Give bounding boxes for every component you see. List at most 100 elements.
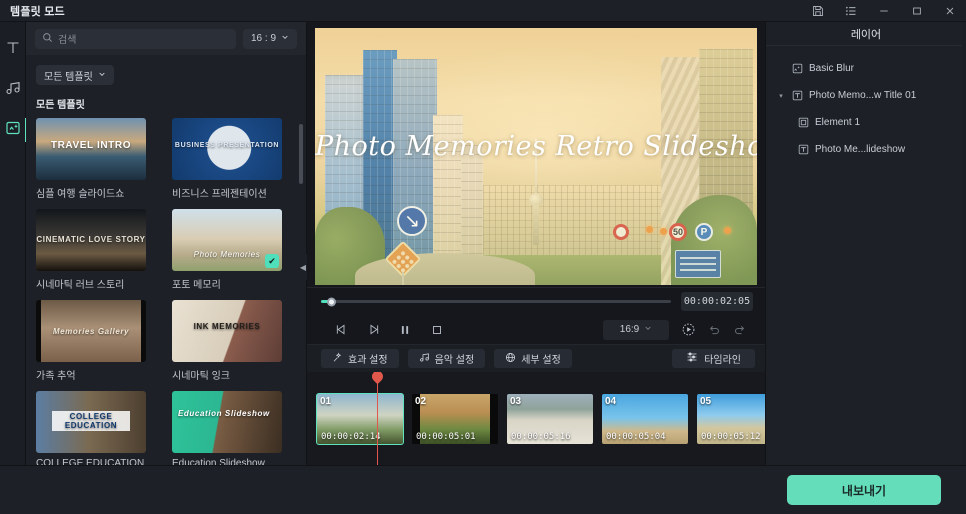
globe-icon	[505, 352, 516, 366]
preview-ratio-select[interactable]: 16:9	[603, 319, 669, 340]
template-overlay-label: CINEMATIC LOVE STORY	[36, 235, 146, 244]
template-name: 포토 메모리	[172, 280, 221, 291]
window-controls	[801, 0, 966, 22]
list-icon[interactable]	[834, 0, 867, 22]
seek-slider[interactable]	[321, 297, 671, 306]
detail-settings-button[interactable]: 세부 설정	[494, 349, 572, 368]
template-name: 가족 추억	[36, 371, 76, 382]
settings-bar: 효과 설정 음악 설정 세부 설정 타임라인	[307, 345, 765, 372]
clip-item[interactable]: 01 00:00:02:14	[316, 392, 404, 445]
music-settings-label: 음악 설정	[434, 355, 475, 366]
music-settings-button[interactable]: 음악 설정	[407, 349, 486, 368]
search-icon	[42, 30, 53, 48]
search-placeholder: 검색	[58, 35, 77, 46]
template-card[interactable]: INK MEMORIES 시네마틱 잉크	[172, 300, 282, 382]
template-scrollbar[interactable]	[299, 124, 303, 184]
effect-settings-button[interactable]: 효과 설정	[321, 349, 399, 368]
close-icon[interactable]	[933, 0, 966, 22]
seek-bar-row: 00:00:02:05	[307, 287, 765, 315]
chevron-down-icon	[98, 70, 106, 81]
template-card[interactable]: BUSINESS PRESENTATION 비즈니스 프레젠테이션	[172, 118, 282, 200]
template-card[interactable]: TRAVEL INTRO 심플 여행 슬라이드쇼	[36, 118, 146, 200]
redo-icon[interactable]	[727, 319, 753, 341]
aspect-ratio-select[interactable]: 16 : 9	[243, 28, 297, 49]
road-sign-parking: P	[695, 223, 713, 241]
rail-item-template[interactable]	[0, 110, 27, 150]
traffic-light-dot	[646, 226, 653, 233]
chevron-down-icon[interactable]: ▾	[776, 92, 786, 100]
step-forward-icon[interactable]	[357, 318, 389, 342]
template-overlay-label: TRAVEL INTRO	[50, 140, 132, 151]
template-overlay-label: Memories Gallery	[52, 327, 130, 336]
layer-item-basic-blur[interactable]: ▸ Basic Blur	[766, 55, 966, 82]
aspect-ratio-label: 16 : 9	[250, 33, 277, 44]
search-input[interactable]: 검색	[35, 28, 236, 49]
storyboard-track[interactable]: 01 00:00:02:14 02 00:00:05:01 03 00:00:0…	[307, 372, 765, 465]
step-backward-icon[interactable]	[325, 318, 357, 342]
road-sign-pole	[402, 272, 404, 285]
timeline-icon	[686, 351, 698, 366]
road-sign-arrow-icon: ↘	[397, 206, 427, 236]
collapse-left-icon[interactable]: ◀	[299, 254, 307, 280]
snapshot-icon[interactable]	[675, 319, 701, 341]
template-grid: TRAVEL INTRO 심플 여행 슬라이드쇼 BUSINESS PRESEN…	[36, 118, 296, 465]
undo-icon[interactable]	[701, 319, 727, 341]
video-preview[interactable]: ↘ 50 P Photo Memories Retro Slideshow	[315, 28, 757, 285]
category-filter-button[interactable]: 모든 템플릿	[36, 65, 114, 85]
magic-wand-icon	[332, 352, 343, 366]
clip-item[interactable]: 03 00:00:05:16	[507, 393, 593, 444]
layer-label: Element 1	[815, 117, 861, 128]
timeline-button[interactable]: 타임라인	[672, 349, 755, 368]
template-thumbnail: Education Slideshow	[172, 391, 282, 453]
clip-item[interactable]: 02 00:00:05:01	[412, 393, 498, 444]
template-card[interactable]: Memories Gallery 가족 추억	[36, 300, 146, 382]
chevron-down-icon	[281, 33, 289, 44]
seek-handle[interactable]	[327, 297, 336, 306]
icon-rail	[0, 22, 27, 465]
center-column: ↘ 50 P Photo Memories Retro Slideshow 00…	[307, 22, 966, 465]
clip-item[interactable]: 05 00:00:05:12	[697, 393, 765, 444]
layers-list: ▸ Basic Blur ▾	[766, 46, 966, 163]
template-card[interactable]: Photo Memories ✔ 포토 메모리	[172, 209, 282, 291]
maximize-icon[interactable]	[900, 0, 933, 22]
template-thumbnail: COLLEGE EDUCATION	[36, 391, 146, 453]
chevron-right-icon: ▸	[776, 65, 786, 73]
main-body: 검색 16 : 9 모든 템플릿 모든 템플릿 TRAVEL INTRO 심플 …	[0, 22, 966, 465]
template-name: 시네마틱 잉크	[172, 371, 230, 382]
template-toolbar: 검색 16 : 9	[26, 22, 306, 55]
current-time-display: 00:00:02:05	[681, 292, 753, 311]
stop-icon[interactable]	[421, 318, 453, 342]
pause-icon[interactable]	[389, 318, 421, 342]
preview-area: ↘ 50 P Photo Memories Retro Slideshow	[307, 22, 966, 465]
save-icon[interactable]	[801, 0, 834, 22]
clip-number: 03	[510, 395, 522, 407]
template-scroll-area[interactable]: TRAVEL INTRO 심플 여행 슬라이드쇼 BUSINESS PRESEN…	[26, 118, 306, 465]
clip-duration: 00:00:05:12	[701, 431, 761, 442]
minimize-icon[interactable]	[867, 0, 900, 22]
layer-item-title-group[interactable]: ▾ Photo Memo...w Title 01	[766, 82, 966, 109]
template-overlay-label: Education Slideshow	[178, 409, 270, 418]
template-overlay-label: INK MEMORIES	[193, 322, 261, 331]
template-card[interactable]: CINEMATIC LOVE STORY 시네마틱 러브 스토리	[36, 209, 146, 291]
clip-number: 04	[605, 395, 617, 407]
rail-item-text[interactable]	[0, 30, 26, 70]
text-icon	[5, 40, 21, 61]
template-thumbnail: INK MEMORIES	[172, 300, 282, 362]
category-row: 모든 템플릿	[26, 55, 306, 85]
layer-item-element-1[interactable]: Element 1	[766, 109, 966, 136]
road-sign-no-entry-icon	[613, 224, 629, 240]
playhead[interactable]	[377, 372, 378, 465]
template-name: Education Slideshow	[172, 458, 265, 465]
clip-number: 05	[700, 395, 712, 407]
export-button[interactable]: 내보내기	[787, 475, 941, 505]
template-thumbnail: Memories Gallery	[36, 300, 146, 362]
traffic-light-dot	[724, 227, 731, 234]
rail-item-audio[interactable]	[0, 70, 26, 110]
template-card[interactable]: Education Slideshow Education Slideshow	[172, 391, 282, 465]
preview-right-rail	[962, 22, 966, 465]
template-thumbnail: CINEMATIC LOVE STORY	[36, 209, 146, 271]
clip-item[interactable]: 04 00:00:05:04	[602, 393, 688, 444]
layer-item-title-text[interactable]: Photo Me...lideshow	[766, 136, 966, 163]
template-card[interactable]: COLLEGE EDUCATION COLLEGE EDUCATION	[36, 391, 146, 465]
preview-tower	[535, 139, 537, 199]
